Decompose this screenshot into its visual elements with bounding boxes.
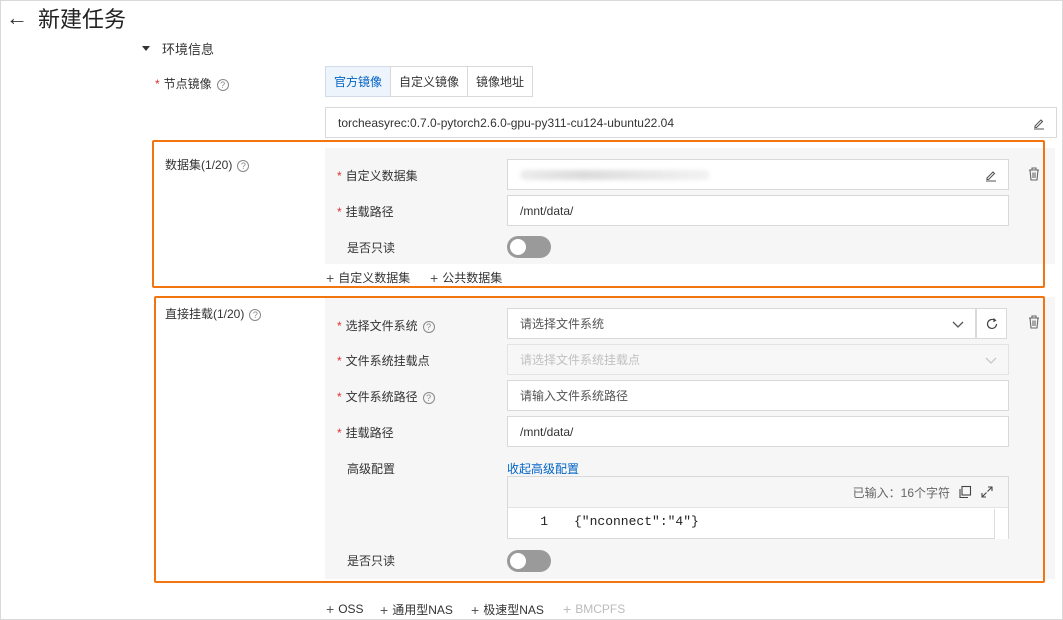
dataset-readonly-switch[interactable] <box>507 236 551 258</box>
chevron-down-icon <box>985 357 997 364</box>
mountpoint-select[interactable]: 请选择文件系统挂载点 <box>507 344 1009 375</box>
fs-path-placeholder: 请输入文件系统路径 <box>520 389 629 403</box>
dataset-mount-path-input[interactable]: /mnt/data/ <box>507 195 1009 226</box>
mountpoint-label-row: * 文件系统挂载点 <box>337 352 430 369</box>
env-section-header[interactable]: 环境信息 <box>142 39 214 58</box>
required-mark: * <box>337 319 342 333</box>
collapse-caret-icon <box>142 46 150 51</box>
editor-toolbar: 已输入：16个字符 <box>508 477 1008 508</box>
node-image-value: torcheasyrec:0.7.0-pytorch2.6.0-gpu-py31… <box>338 115 674 130</box>
dataset-readonly-label: 是否只读 <box>347 241 396 255</box>
code-text: {"nconnect":"4"} <box>574 513 699 529</box>
plus-icon: + <box>563 601 572 617</box>
mountpoint-placeholder: 请选择文件系统挂载点 <box>520 353 641 367</box>
add-extreme-nas-button[interactable]: + 极速型NAS <box>471 601 544 618</box>
code-line: 1 {"nconnect":"4"} <box>508 509 699 533</box>
switch-knob <box>510 553 526 569</box>
required-mark: * <box>337 169 342 183</box>
trash-icon[interactable] <box>1027 314 1041 330</box>
direct-mount-path-value: /mnt/data/ <box>520 424 574 439</box>
dataset-mount-label-row: * 挂载路径 <box>337 203 394 220</box>
editor-scrollbar[interactable] <box>994 509 1008 539</box>
add-public-dataset-button[interactable]: + 公共数据集 <box>430 269 502 286</box>
node-image-label-row: * 节点镜像? <box>155 75 229 92</box>
plus-icon: + <box>326 601 335 617</box>
add-custom-dataset-label: 自定义数据集 <box>338 271 411 285</box>
image-source-tabs: 官方镜像 自定义镜像 镜像地址 <box>325 66 534 97</box>
edit-icon[interactable] <box>984 168 998 182</box>
custom-dataset-label: 自定义数据集 <box>345 169 418 183</box>
back-arrow-icon[interactable]: ← <box>6 7 28 29</box>
title-bar: ← 新建任务 <box>6 4 127 33</box>
tab-image-address[interactable]: 镜像地址 <box>467 66 534 97</box>
chevron-down-icon <box>952 321 964 328</box>
add-custom-dataset-button[interactable]: + 自定义数据集 <box>326 269 410 286</box>
fs-path-input[interactable]: 请输入文件系统路径 <box>507 380 1009 411</box>
direct-mount-path-input[interactable]: /mnt/data/ <box>507 416 1009 447</box>
add-general-nas-button[interactable]: + 通用型NAS <box>380 601 453 618</box>
dataset-title: 数据集(1/20) <box>165 158 233 172</box>
fs-path-label: 文件系统路径 <box>345 390 418 404</box>
fullscreen-icon[interactable] <box>980 485 994 499</box>
custom-dataset-input[interactable] <box>507 159 1009 190</box>
add-bmcpfs-label: BMCPFS <box>575 602 626 616</box>
direct-mount-title-row: 直接挂载(1/20)? <box>165 305 262 322</box>
dataset-mount-path-label: 挂载路径 <box>345 205 394 219</box>
plus-icon: + <box>326 269 335 286</box>
add-public-dataset-label: 公共数据集 <box>442 271 503 285</box>
required-mark: * <box>337 390 342 404</box>
custom-dataset-label-row: * 自定义数据集 <box>337 167 418 184</box>
collapse-advanced-link[interactable]: 收起高级配置 <box>507 460 579 477</box>
switch-knob <box>510 239 526 255</box>
fs-select-label-row: * 选择文件系统? <box>337 317 435 334</box>
tab-official-image[interactable]: 官方镜像 <box>325 66 392 97</box>
edit-icon[interactable] <box>1032 116 1046 130</box>
line-number: 1 <box>540 513 548 529</box>
direct-mount-title: 直接挂载(1/20) <box>165 307 245 321</box>
trash-icon[interactable] <box>1027 166 1041 182</box>
required-mark: * <box>337 426 342 440</box>
plus-icon: + <box>471 601 480 618</box>
mountpoint-label: 文件系统挂载点 <box>345 354 430 368</box>
help-icon[interactable]: ? <box>249 308 262 321</box>
fs-select-label: 选择文件系统 <box>345 319 418 333</box>
env-section-title: 环境信息 <box>162 42 215 57</box>
node-image-input[interactable]: torcheasyrec:0.7.0-pytorch2.6.0-gpu-py31… <box>325 107 1057 138</box>
dataset-mount-path-value: /mnt/data/ <box>520 203 574 218</box>
fs-select[interactable]: 请选择文件系统 <box>507 308 976 339</box>
dataset-title-row: 数据集(1/20)? <box>165 156 250 173</box>
direct-mount-readonly-label: 是否只读 <box>347 554 396 568</box>
add-extreme-nas-label: 极速型NAS <box>483 603 544 617</box>
plus-icon: + <box>430 269 439 286</box>
plus-icon: + <box>380 601 389 618</box>
help-icon[interactable]: ? <box>237 159 250 172</box>
add-oss-button[interactable]: + OSS <box>326 601 364 617</box>
advanced-config-label: 高级配置 <box>347 462 396 476</box>
tab-custom-image[interactable]: 自定义镜像 <box>390 66 469 97</box>
page-title: 新建任务 <box>38 7 127 32</box>
add-general-nas-label: 通用型NAS <box>392 603 453 617</box>
refresh-button[interactable] <box>976 308 1007 339</box>
copy-icon[interactable] <box>958 485 972 499</box>
direct-mount-readonly-switch[interactable] <box>507 550 551 572</box>
add-oss-label: OSS <box>338 602 364 616</box>
direct-mount-path-label: 挂载路径 <box>345 426 394 440</box>
required-mark: * <box>337 205 342 219</box>
fs-path-label-row: * 文件系统路径? <box>337 388 435 405</box>
refresh-icon <box>986 317 997 329</box>
required-mark: * <box>337 354 342 368</box>
fs-select-placeholder: 请选择文件系统 <box>520 317 605 331</box>
advanced-config-editor[interactable]: 已输入：16个字符 1 {"nconnect":"4"} <box>507 476 1009 539</box>
editor-char-count: 已输入：16个字符 <box>852 485 950 500</box>
required-mark: * <box>155 77 160 91</box>
help-icon[interactable]: ? <box>422 391 435 404</box>
add-bmcpfs-button[interactable]: + BMCPFS <box>563 601 625 617</box>
node-image-label: 节点镜像 <box>163 77 212 91</box>
help-icon[interactable]: ? <box>422 320 435 333</box>
help-icon[interactable]: ? <box>216 78 229 91</box>
direct-mount-path-label-row: * 挂载路径 <box>337 424 394 441</box>
redacted-dataset-value <box>520 169 710 180</box>
